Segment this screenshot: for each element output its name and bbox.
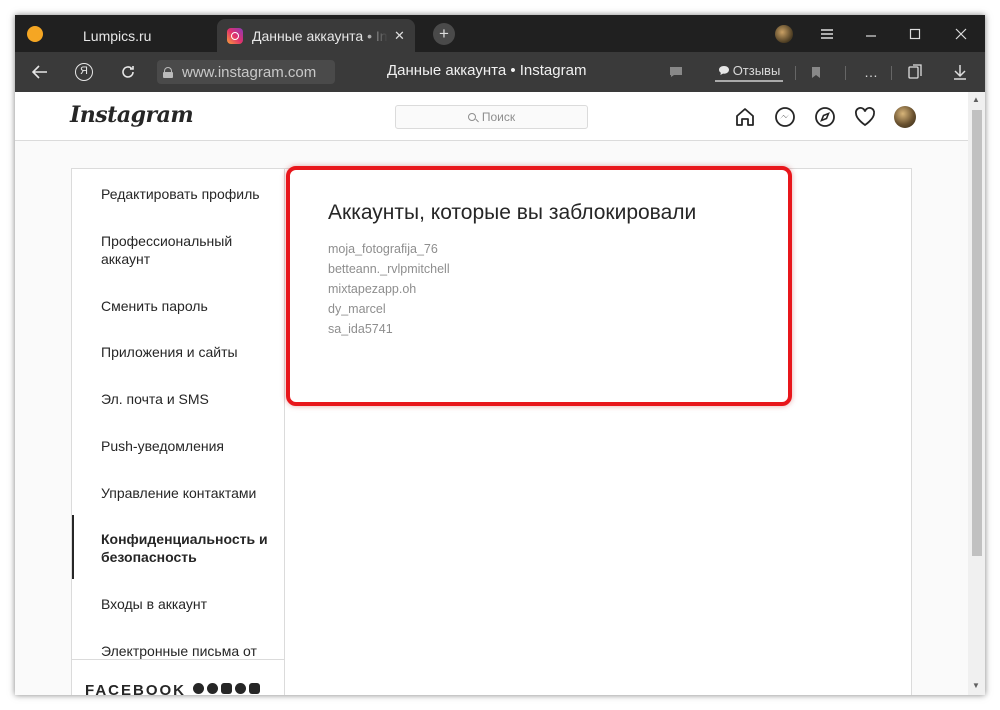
oculus-icon bbox=[249, 683, 260, 694]
page-title: Данные аккаунта • Instagram bbox=[387, 62, 587, 79]
page-scrollbar[interactable]: ▲ ▼ bbox=[968, 92, 985, 695]
sidebar-item-change-password[interactable]: Сменить пароль bbox=[72, 297, 284, 315]
search-icon bbox=[467, 113, 476, 121]
facebook-apps-icons bbox=[193, 683, 260, 694]
sidebar-item-professional-account[interactable]: Профессиональный аккаунт bbox=[72, 232, 284, 268]
instagram-small-icon bbox=[221, 683, 232, 694]
lock-icon bbox=[163, 66, 173, 78]
tab-lumpics[interactable]: Lumpics.ru bbox=[75, 19, 215, 52]
settings-sidebar: Редактировать профиль Профессиональный а… bbox=[72, 169, 285, 695]
yandex-button[interactable]: Я bbox=[69, 58, 99, 86]
scroll-thumb[interactable] bbox=[972, 110, 982, 556]
bookmark-icon[interactable] bbox=[805, 60, 827, 84]
explore-compass-icon[interactable] bbox=[813, 105, 836, 128]
reload-icon[interactable] bbox=[113, 58, 143, 86]
new-tab-button[interactable]: + bbox=[433, 23, 455, 45]
heart-icon[interactable] bbox=[853, 105, 876, 128]
url-text: www.instagram.com bbox=[182, 63, 317, 81]
instagram-favicon-icon bbox=[227, 27, 243, 44]
scroll-up-arrow-icon[interactable]: ▲ bbox=[972, 95, 980, 104]
close-tab-icon[interactable]: ✕ bbox=[394, 28, 405, 44]
sidebar-item-edit-profile[interactable]: Редактировать профиль bbox=[72, 185, 284, 203]
comment-icon[interactable] bbox=[665, 60, 687, 84]
more-icon[interactable]: … bbox=[860, 60, 882, 84]
facebook-icon bbox=[193, 683, 204, 694]
sidebar-item-privacy-security[interactable]: Конфиденциальность и безопасность bbox=[72, 515, 284, 579]
menu-icon[interactable] bbox=[805, 15, 849, 52]
whatsapp-icon bbox=[235, 683, 246, 694]
sidebar-item-login-activity[interactable]: Входы в аккаунт bbox=[72, 595, 284, 613]
facebook-brand: FACEBOOK bbox=[85, 682, 187, 695]
close-window-button[interactable] bbox=[939, 15, 983, 52]
back-arrow-icon[interactable] bbox=[25, 58, 55, 86]
scroll-down-arrow-icon[interactable]: ▼ bbox=[972, 681, 980, 690]
sidebar-item-manage-contacts[interactable]: Управление контактами bbox=[72, 484, 284, 502]
yandex-browser-icon[interactable] bbox=[27, 26, 43, 42]
url-field[interactable]: www.instagram.com bbox=[157, 60, 335, 84]
home-icon[interactable] bbox=[733, 105, 756, 128]
reviews-button[interactable]: Отзывы bbox=[715, 60, 783, 82]
instagram-logo[interactable]: Instagram bbox=[70, 102, 194, 128]
highlight-annotation-box bbox=[286, 166, 792, 406]
sidebar-item-apps-websites[interactable]: Приложения и сайты bbox=[72, 343, 284, 361]
search-placeholder: Поиск bbox=[481, 110, 516, 124]
sidebar-item-email-sms[interactable]: Эл. почта и SMS bbox=[72, 390, 284, 408]
reviews-label: Отзывы bbox=[732, 62, 781, 78]
profile-avatar[interactable] bbox=[893, 105, 916, 128]
messenger-icon[interactable] bbox=[773, 105, 796, 128]
address-bar: Я www.instagram.com Данные аккаунта • In… bbox=[15, 52, 985, 92]
maximize-button[interactable] bbox=[893, 15, 937, 52]
header-icons bbox=[733, 105, 916, 128]
minimize-button[interactable] bbox=[849, 15, 893, 52]
search-input[interactable]: Поиск bbox=[395, 105, 588, 129]
tab-instagram[interactable]: Данные аккаунта • Instagram ✕ bbox=[217, 19, 415, 52]
download-icon[interactable] bbox=[949, 60, 971, 84]
sidebar-footer: FACEBOOK bbox=[72, 659, 284, 695]
collections-icon[interactable] bbox=[903, 60, 927, 84]
tab-label: Lumpics.ru bbox=[83, 27, 152, 44]
sidebar-item-push-notifications[interactable]: Push-уведомления bbox=[72, 437, 284, 455]
sidebar-item-emails-from[interactable]: Электронные письма от bbox=[72, 642, 284, 660]
instagram-header: Instagram Поиск bbox=[15, 92, 968, 141]
tab-label: Данные аккаунта • Instagram bbox=[252, 27, 388, 44]
messenger-small-icon bbox=[207, 683, 218, 694]
tab-bar: Lumpics.ru Данные аккаунта • Instagram ✕… bbox=[15, 15, 985, 52]
profile-avatar-icon[interactable] bbox=[775, 25, 793, 43]
